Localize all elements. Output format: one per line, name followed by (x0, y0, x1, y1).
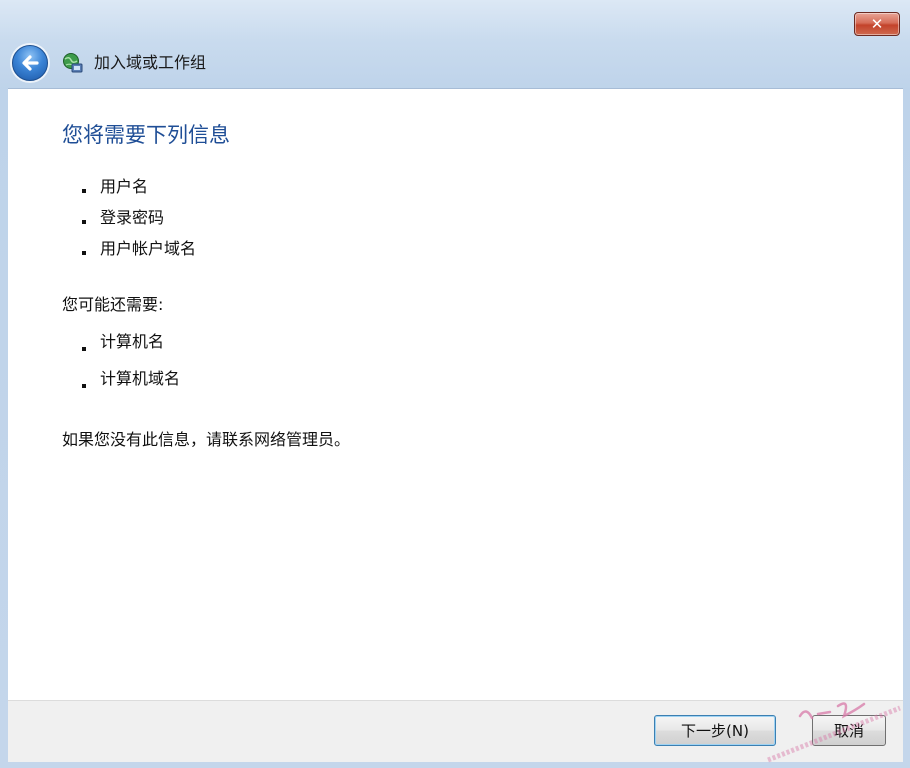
network-globe-icon (63, 53, 83, 73)
back-arrow-icon (22, 55, 39, 71)
list-item: 登录密码 (80, 206, 196, 237)
optional-info-list: 计算机名 计算机域名 (80, 330, 180, 404)
page-heading: 您将需要下列信息 (62, 123, 230, 147)
close-button[interactable]: ✕ (854, 12, 900, 36)
back-button[interactable] (12, 45, 48, 81)
optional-intro-text: 您可能还需要: (62, 295, 164, 314)
required-info-list: 用户名 登录密码 用户帐户域名 (80, 175, 196, 268)
list-item: 计算机名 (80, 330, 180, 367)
cancel-button[interactable]: 取消 (812, 715, 886, 746)
list-item: 计算机域名 (80, 367, 180, 404)
content-panel: 您将需要下列信息 用户名 登录密码 用户帐户域名 您可能还需要: 计算机名 计算… (8, 88, 903, 700)
close-icon: ✕ (870, 15, 884, 33)
next-button[interactable]: 下一步(N) (654, 715, 776, 746)
list-item: 用户名 (80, 175, 196, 206)
wizard-window: ✕ 加入域或工作组 您将需要下列信息 用户名 登录密码 用户帐户域名 您可能还需… (0, 0, 910, 768)
window-title: 加入域或工作组 (94, 53, 207, 72)
contact-admin-note: 如果您没有此信息，请联系网络管理员。 (62, 430, 351, 449)
button-bar: 下一步(N) 取消 (8, 700, 903, 762)
list-item: 用户帐户域名 (80, 237, 196, 268)
